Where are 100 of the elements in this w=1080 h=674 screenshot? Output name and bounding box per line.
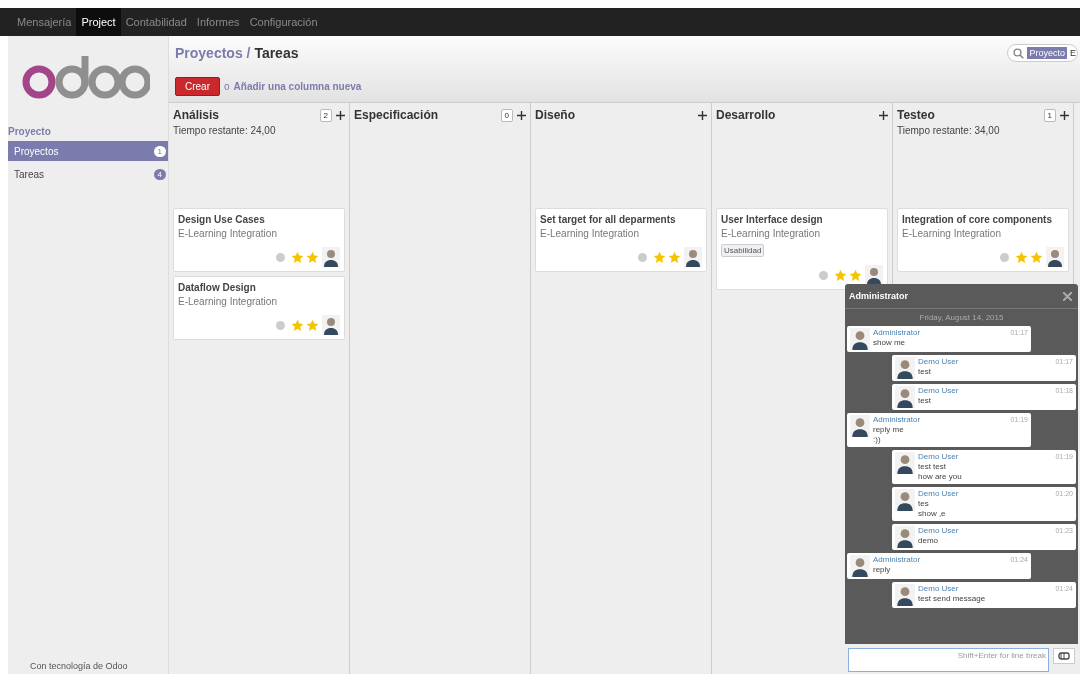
count-badge: 1: [1043, 108, 1056, 122]
card-project: E-Learning Integration: [178, 296, 278, 307]
message-text: test: [918, 367, 932, 377]
sidebar-item[interactable]: Proyectos 1: [8, 141, 168, 161]
card-title: Integration of core components: [902, 214, 1053, 225]
avatar-silhouette-icon: [895, 452, 915, 474]
card-title: Design Use Cases: [178, 214, 266, 225]
task-card[interactable]: User Interface design E-Learning Integration Usabilidad: [716, 208, 888, 290]
message-author: Demo User: [918, 489, 959, 499]
search-icon: [1013, 47, 1025, 59]
message-author: Demo User: [918, 584, 959, 594]
message-author: Demo User: [918, 357, 959, 367]
message-text: demo: [918, 536, 939, 546]
count-badge: 0: [500, 108, 513, 122]
message-text: :)): [873, 435, 882, 445]
message-text: reply me: [873, 425, 905, 435]
task-card[interactable]: Set target for all deparments E-Learning Integration: [535, 208, 707, 272]
chat-date: Friday, August 14, 2015: [918, 312, 1005, 324]
menu-item[interactable]: Mensajería: [12, 8, 77, 36]
count-badge: 2: [319, 108, 332, 122]
avatar-silhouette-icon: [684, 247, 702, 267]
star-icon[interactable]: [653, 250, 666, 264]
message-text: how are you: [918, 472, 963, 482]
star-icon[interactable]: [849, 268, 862, 282]
add-icon[interactable]: [336, 110, 345, 120]
menu-item[interactable]: Informes: [191, 8, 245, 36]
menu-item[interactable]: Project: [76, 8, 121, 36]
add-icon[interactable]: [517, 110, 526, 120]
avatar-silhouette-icon: [895, 489, 915, 511]
add-icon[interactable]: [1060, 110, 1069, 120]
avatar-silhouette-icon: [322, 247, 340, 267]
sidebar-section-title: Proyecto: [8, 126, 52, 137]
avatar-silhouette-icon: [895, 526, 915, 548]
avatar-silhouette-icon: [850, 328, 870, 350]
star-icon[interactable]: [1015, 250, 1028, 264]
close-icon[interactable]: [1063, 291, 1072, 301]
star-icon[interactable]: [291, 318, 304, 332]
sidebar-item[interactable]: Tareas 4: [8, 164, 168, 184]
breadcrumb-link[interactable]: Proyectos: [175, 45, 243, 61]
star-icon[interactable]: [1030, 250, 1043, 264]
breadcrumb-current: Tareas: [254, 45, 299, 61]
breadcrumb-separator: /: [246, 45, 251, 61]
count-badge: 4: [153, 168, 166, 180]
message-text: tes: [918, 499, 930, 509]
card-project: E-Learning Integration: [721, 228, 821, 239]
message-text: test: [918, 396, 932, 406]
message-text: test test: [918, 462, 947, 472]
avatar-silhouette-icon: [895, 386, 915, 408]
message-text: show me: [873, 338, 906, 348]
or-text: o: [224, 81, 230, 92]
task-card[interactable]: Integration of core components E-Learning Integration: [897, 208, 1069, 272]
star-icon[interactable]: [306, 250, 319, 264]
search-facet-value: E: [1070, 48, 1077, 58]
column-title: Diseño: [535, 108, 576, 122]
status-dot-icon[interactable]: [276, 320, 285, 330]
add-icon[interactable]: [879, 110, 888, 120]
message-author: Demo User: [918, 526, 959, 536]
tag-label: Usabilidad: [721, 244, 765, 257]
task-card[interactable]: Dataflow Design E-Learning Integration: [173, 276, 345, 340]
chat-title: Administrator: [849, 291, 908, 301]
message-author: Administrator: [873, 555, 921, 565]
create-button[interactable]: Crear: [175, 77, 220, 96]
star-icon[interactable]: [834, 268, 847, 282]
send-button[interactable]: [1053, 648, 1075, 664]
add-icon[interactable]: [698, 110, 707, 120]
avatar-silhouette-icon: [850, 415, 870, 437]
task-card[interactable]: Design Use Cases E-Learning Integration: [173, 208, 345, 272]
column-title: Especificación: [354, 108, 440, 122]
logo-icon: [22, 54, 150, 100]
message-text: test send message: [918, 594, 987, 604]
avatar-silhouette-icon: [1046, 247, 1064, 267]
status-dot-icon[interactable]: [638, 252, 647, 262]
star-icon[interactable]: [291, 250, 304, 264]
message-input-field[interactable]: Shift+Enter for line break: [848, 648, 1049, 672]
card-project: E-Learning Integration: [540, 228, 640, 239]
star-icon[interactable]: [306, 318, 319, 332]
remaining-time: Tiempo restante: 24,00: [173, 125, 277, 136]
message-author: Demo User: [918, 386, 959, 396]
card-title: User Interface design: [721, 214, 824, 225]
status-dot-icon[interactable]: [1000, 252, 1009, 262]
message-author: Demo User: [918, 452, 959, 462]
card-project: E-Learning Integration: [902, 228, 1002, 239]
column-title: Testeo: [897, 108, 936, 122]
message-author: Administrator: [873, 328, 921, 338]
status-dot-icon[interactable]: [819, 270, 828, 280]
menu-item[interactable]: Configuración: [244, 8, 323, 36]
menu-item[interactable]: Contabilidad: [120, 8, 192, 36]
footer-text: Con tecnología de Odoo: [29, 660, 129, 673]
avatar-silhouette-icon: [865, 265, 883, 285]
count-badge: 1: [153, 145, 166, 157]
avatar-silhouette-icon: [895, 584, 915, 606]
remaining-time: Tiempo restante: 34,00: [897, 125, 1001, 136]
message-author: Administrator: [873, 415, 921, 425]
status-dot-icon[interactable]: [276, 252, 285, 262]
search-field[interactable]: Proyecto E: [1007, 44, 1078, 62]
search-facet: Proyecto: [1027, 47, 1067, 59]
card-project: E-Learning Integration: [178, 228, 278, 239]
column-title: Análisis: [173, 108, 221, 122]
avatar-silhouette-icon: [895, 357, 915, 379]
star-icon[interactable]: [668, 250, 681, 264]
